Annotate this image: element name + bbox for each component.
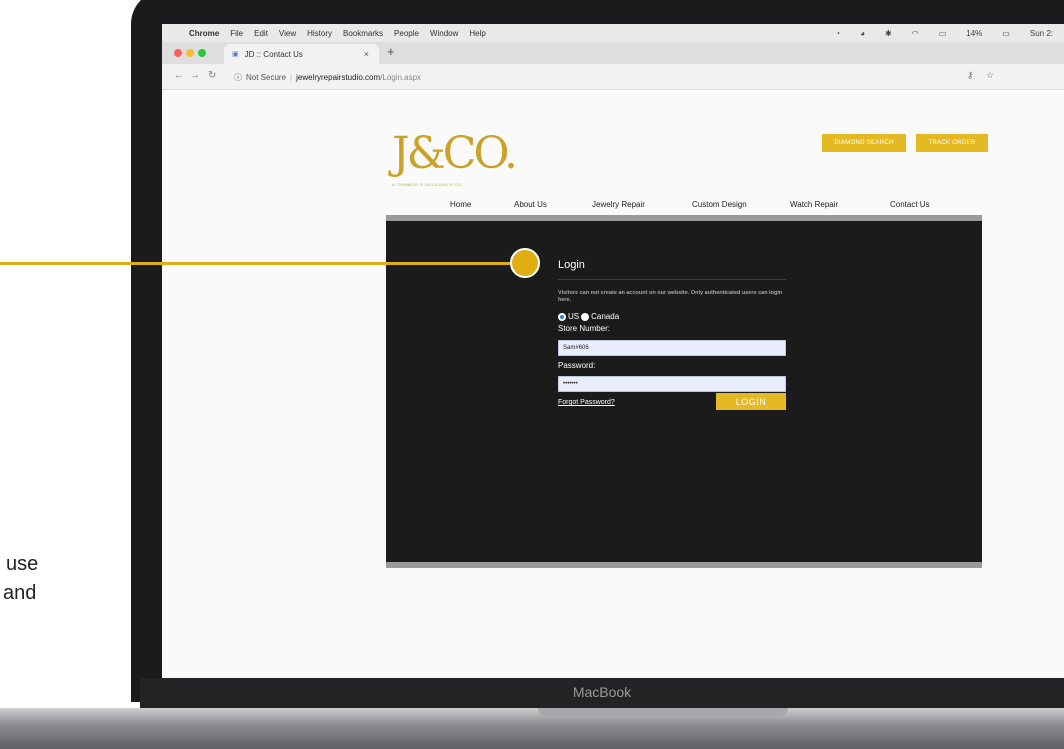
laptop-base [0,708,1064,749]
callout-dot [510,248,540,278]
callout-line [0,262,514,265]
website: J&CO. A TRIMBOO'S GOLDSMITH CO. DIAMOND … [162,90,1064,678]
caption-line-1: use [6,553,39,575]
store-number-input[interactable]: Sam#606 [558,340,786,356]
menu-help[interactable]: Help [469,29,485,38]
login-divider [558,279,786,280]
key-icon[interactable]: ⚷ [967,70,974,80]
radio-us[interactable] [558,312,566,321]
wifi-icon[interactable]: ◠ [912,29,919,38]
browser-tab-strip: ▣ JD :: Contact Us × + [162,42,1064,64]
nav-watch-repair[interactable]: Watch Repair [790,200,838,209]
tab-title: JD :: Contact Us [244,49,303,59]
slide-stage: use and Chrome File Edit View History Bo… [0,0,1064,749]
menu-bookmarks[interactable]: Bookmarks [343,29,383,38]
status-icon[interactable]: ◕ [860,29,865,38]
panel-bottom-border [386,562,982,568]
info-icon[interactable]: ⓘ [234,72,242,83]
bookmark-star-icon[interactable]: ☆ [986,70,994,80]
menu-edit[interactable]: Edit [254,29,268,38]
battery-percent[interactable]: 14% [966,29,982,38]
close-window-icon[interactable] [174,49,182,57]
new-tab-button[interactable]: + [387,44,395,59]
nav-custom-design[interactable]: Custom Design [692,200,747,209]
clock[interactable]: Sun 2: [1030,29,1053,38]
status-icon[interactable]: ◔ [835,29,840,38]
password-label: Password: [558,361,596,370]
macos-menu-bar: Chrome File Edit View History Bookmarks … [162,24,1064,42]
site-logo[interactable]: J&CO. A TRIMBOO'S GOLDSMITH CO. [392,128,518,188]
login-note: Visitors can not create an account on ou… [558,290,783,303]
menu-view[interactable]: View [279,29,296,38]
menu-history[interactable]: History [307,29,332,38]
menu-window[interactable]: Window [430,29,458,38]
reload-icon[interactable]: ↻ [208,70,216,81]
login-panel: Login Visitors can not create an account… [386,221,982,562]
country-radio-group: US Canada [558,312,619,321]
url-separator: | [290,72,293,82]
window-controls [174,49,210,57]
zoom-window-icon[interactable] [198,49,206,57]
diamond-search-button[interactable]: DIAMOND SEARCH [822,134,906,152]
address-bar[interactable]: ⓘ Not Secure | jewelryrepairstudio.com /… [234,68,994,86]
back-icon[interactable]: ← [174,70,184,81]
radio-us-label[interactable]: US [568,312,579,321]
login-title: Login [558,259,585,271]
menu-file[interactable]: File [230,29,243,38]
forward-icon[interactable]: → [190,70,200,81]
nav-home[interactable]: Home [450,200,471,209]
airplay-icon[interactable]: ▭ [939,29,947,38]
laptop-screen: Chrome File Edit View History Bookmarks … [162,24,1064,678]
forgot-password-link[interactable]: Forgot Password? [558,399,615,406]
browser-toolbar: ← → ↻ ⓘ Not Secure | jewelryrepairstudio… [162,64,1064,90]
url-path: /Login.aspx [380,72,422,82]
nav-jewelry-repair[interactable]: Jewelry Repair [592,200,645,209]
radio-canada[interactable] [581,312,590,321]
status-area: ◔ ◕ ✱ ◠ ▭ 14% ▭ Sun 2: [826,24,1064,42]
toolbar-icons: ⚷ ☆ [957,70,994,81]
logo-tagline: A TRIMBOO'S GOLDSMITH CO. [392,182,464,187]
url-domain: jewelryrepairstudio.com [296,72,381,82]
menu-chrome[interactable]: Chrome [189,29,219,38]
nav-contact-us[interactable]: Contact Us [890,200,930,209]
radio-canada-label[interactable]: Canada [591,312,619,321]
close-tab-icon[interactable]: × [364,49,369,59]
track-order-button[interactable]: TRACK ORDER [916,134,988,152]
laptop-base-notch [538,708,788,716]
menu-people[interactable]: People [394,29,419,38]
favicon-icon: ▣ [232,51,239,58]
login-button[interactable]: LOGIN [716,393,786,410]
security-label: Not Secure [246,72,287,82]
bluetooth-icon[interactable]: ✱ [885,29,892,38]
laptop-brand-label: MacBook [572,684,632,700]
password-input[interactable]: ••••••• [558,376,786,392]
battery-icon[interactable]: ▭ [1002,29,1010,38]
browser-tab[interactable]: ▣ JD :: Contact Us × [224,44,379,64]
minimize-window-icon[interactable] [186,49,194,57]
logo-mark: J&CO. [392,128,518,179]
caption-line-2: and [3,582,37,604]
store-number-label: Store Number: [558,324,611,333]
nav-about-us[interactable]: About Us [514,200,547,209]
laptop-chin: MacBook [140,678,1064,708]
